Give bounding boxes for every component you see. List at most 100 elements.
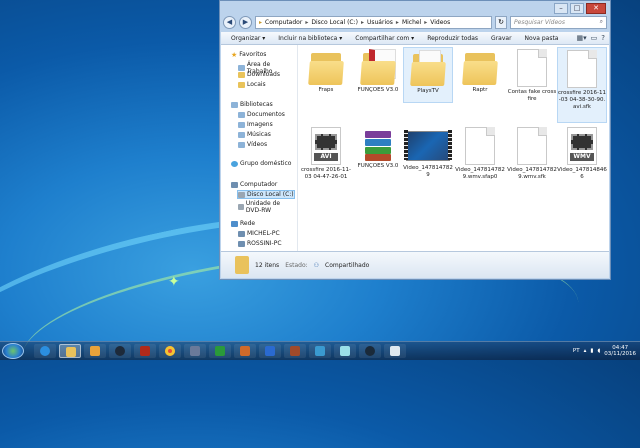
file-item[interactable]: Raptr bbox=[455, 49, 505, 94]
breadcrumb[interactable]: Computador bbox=[265, 19, 302, 26]
chrome-taskbar-button[interactable] bbox=[159, 344, 181, 358]
downloads-icon bbox=[238, 71, 245, 78]
play-all-button[interactable]: Reproduzir todas bbox=[427, 35, 478, 42]
file-item[interactable]: Contas fake crossfire bbox=[507, 49, 557, 103]
burn-button[interactable]: Gravar bbox=[491, 35, 512, 42]
dvd-drive-icon bbox=[238, 204, 244, 210]
command-bar: Organizar ▾ Incluir na biblioteca ▾ Comp… bbox=[221, 32, 609, 45]
tray-arrow-icon[interactable]: ▴ bbox=[584, 348, 587, 354]
details-pane: 12 itens Estado: ⚇ Compartilhado bbox=[221, 251, 609, 278]
breadcrumb[interactable]: Usuários bbox=[367, 19, 393, 26]
file-item[interactable]: FUNÇOES V3.0 bbox=[353, 49, 403, 94]
start-button[interactable] bbox=[2, 343, 24, 359]
maximize-button[interactable]: □ bbox=[570, 3, 584, 14]
file-item[interactable]: Video_1478147829 bbox=[403, 127, 453, 179]
homegroup-icon bbox=[231, 160, 238, 167]
file-item[interactable]: crossfire 2016-11-03 04-38-30-90.avi.sfk bbox=[557, 47, 607, 123]
search-placeholder: Pesquisar Vídeos bbox=[514, 18, 565, 26]
app-taskbar-button[interactable] bbox=[234, 344, 256, 358]
volume-icon[interactable]: ◖ bbox=[597, 348, 600, 354]
nav-item-downloads[interactable]: Downloads bbox=[238, 71, 280, 78]
nav-computer[interactable]: Computador bbox=[231, 181, 277, 188]
media-taskbar-button[interactable] bbox=[84, 344, 106, 358]
computer-icon bbox=[231, 181, 238, 188]
folder-icon bbox=[462, 49, 498, 85]
file-item[interactable]: AVI crossfire 2016-11-03 04-47-26-01 bbox=[301, 127, 351, 181]
organize-button[interactable]: Organizar ▾ bbox=[231, 35, 265, 42]
back-button[interactable]: ◀ bbox=[223, 15, 236, 29]
file-item[interactable]: WMV Video_147814846 6 bbox=[557, 127, 607, 181]
file-item[interactable]: FUNÇOES V3.0 bbox=[353, 127, 403, 170]
address-bar[interactable]: ▸ Computador ▸ Disco Local (C:) ▸ Usuários… bbox=[255, 15, 492, 29]
app-taskbar-button[interactable] bbox=[334, 344, 356, 358]
clock[interactable]: 04:47 03/11/2016 bbox=[604, 345, 636, 357]
app-taskbar-button[interactable] bbox=[384, 344, 406, 358]
new-folder-button[interactable]: Nova pasta bbox=[525, 35, 559, 42]
app-taskbar-button[interactable] bbox=[209, 344, 231, 358]
ie-taskbar-button[interactable] bbox=[34, 344, 56, 358]
nav-label: Músicas bbox=[247, 131, 271, 138]
nav-label: Unidade de DVD-RW bbox=[245, 200, 281, 214]
nav-libraries[interactable]: Bibliotecas bbox=[231, 101, 273, 108]
app-taskbar-button[interactable] bbox=[359, 344, 381, 358]
nav-item-images[interactable]: Imagens bbox=[238, 121, 273, 128]
nav-label: Vídeos bbox=[247, 141, 268, 148]
file-label: Fraps bbox=[318, 87, 334, 93]
breadcrumb[interactable]: Michel bbox=[402, 19, 421, 26]
network-icon[interactable]: ▮ bbox=[590, 348, 593, 354]
close-button[interactable]: ✕ bbox=[586, 3, 606, 14]
minimize-button[interactable]: – bbox=[554, 3, 568, 14]
file-item[interactable]: Fraps bbox=[301, 49, 351, 94]
forward-button[interactable]: ▶ bbox=[239, 15, 252, 29]
app-taskbar-button[interactable] bbox=[284, 344, 306, 358]
nav-item-places[interactable]: Locais bbox=[238, 81, 266, 88]
videos-icon bbox=[238, 141, 245, 148]
language-indicator[interactable]: PT bbox=[573, 348, 580, 354]
library-icon bbox=[231, 101, 238, 108]
computer-icon bbox=[238, 230, 245, 237]
drive-icon bbox=[238, 191, 245, 198]
game-taskbar-button[interactable] bbox=[134, 344, 156, 358]
document-icon bbox=[567, 50, 597, 88]
explorer-taskbar-button[interactable] bbox=[59, 344, 81, 358]
nav-label: Disco Local (C:) bbox=[247, 191, 294, 198]
app-taskbar-button[interactable] bbox=[309, 344, 331, 358]
star-icon: ★ bbox=[231, 50, 238, 59]
refresh-button[interactable]: ↻ bbox=[495, 15, 507, 29]
nav-favorites[interactable]: ★ Favoritos bbox=[231, 51, 266, 58]
breadcrumb[interactable]: Disco Local (C:) bbox=[311, 19, 358, 26]
nav-label: Documentos bbox=[247, 111, 285, 118]
file-label: Video_147814782 9.wmv.sfk bbox=[507, 167, 557, 180]
search-input[interactable]: Pesquisar Vídeos ⌕ bbox=[510, 15, 607, 29]
nav-item-local-disk[interactable]: Disco Local (C:) bbox=[237, 190, 295, 199]
images-icon bbox=[238, 121, 245, 128]
nav-item-music[interactable]: Músicas bbox=[238, 131, 271, 138]
file-item[interactable]: Video_147814782 9.wmv.sfap0 bbox=[455, 127, 505, 181]
nav-item-videos[interactable]: Vídeos bbox=[238, 141, 267, 148]
nav-item-dvd[interactable]: Unidade de DVD-RW bbox=[238, 200, 297, 214]
file-item[interactable]: Video_147814782 9.wmv.sfk bbox=[507, 127, 557, 181]
nav-item-rossini-pc[interactable]: ROSSINI-PC bbox=[238, 240, 282, 247]
app-taskbar-button[interactable] bbox=[184, 344, 206, 358]
include-library-button[interactable]: Incluir na biblioteca ▾ bbox=[278, 35, 342, 42]
window-controls: – □ ✕ bbox=[554, 3, 606, 14]
app-taskbar-button[interactable] bbox=[259, 344, 281, 358]
nav-network[interactable]: Rede bbox=[231, 220, 255, 227]
file-item[interactable]: PlaysTV bbox=[403, 47, 453, 103]
preview-pane-icon[interactable]: ▭ bbox=[591, 34, 598, 42]
video-thumbnail bbox=[404, 130, 452, 161]
breadcrumb[interactable]: Videos bbox=[430, 19, 450, 26]
explorer-window: – □ ✕ ◀ ▶ ▸ Computador ▸ Disco Local (C:)… bbox=[219, 0, 611, 280]
nav-label: Locais bbox=[247, 81, 266, 88]
nav-item-michel-pc[interactable]: MICHEL-PC bbox=[238, 230, 280, 237]
view-options-icon[interactable]: ▦▾ bbox=[577, 34, 587, 42]
folder-icon: ▸ bbox=[259, 18, 263, 26]
music-icon bbox=[238, 131, 245, 138]
nav-homegroup[interactable]: Grupo doméstico bbox=[231, 160, 291, 167]
steam-taskbar-button[interactable] bbox=[109, 344, 131, 358]
breadcrumb-separator: ▸ bbox=[424, 18, 428, 26]
help-icon[interactable]: ? bbox=[601, 34, 605, 42]
nav-label: Downloads bbox=[247, 71, 280, 78]
share-with-button[interactable]: Compartilhar com ▾ bbox=[355, 35, 414, 42]
nav-item-documents[interactable]: Documentos bbox=[238, 111, 285, 118]
